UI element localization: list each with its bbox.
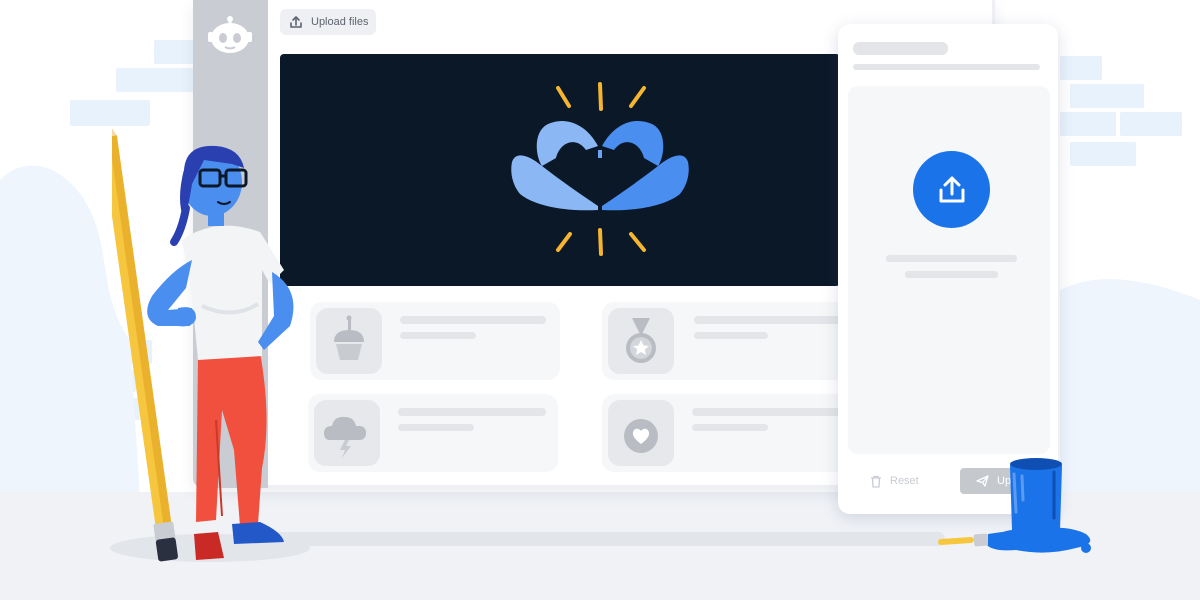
heart-icon bbox=[624, 419, 658, 453]
placeholder-line bbox=[694, 332, 768, 339]
heart-hands-icon bbox=[511, 82, 689, 256]
reset-label: Reset bbox=[890, 475, 919, 487]
upload-files-label: Upload files bbox=[311, 16, 369, 28]
upload-icon bbox=[290, 16, 302, 28]
upload-files-button[interactable]: Upload files bbox=[280, 9, 376, 35]
character-illustration bbox=[112, 120, 294, 562]
placeholder-line bbox=[694, 316, 844, 324]
placeholder-line bbox=[400, 316, 546, 324]
placeholder-line bbox=[692, 424, 768, 431]
trash-icon bbox=[871, 475, 881, 488]
upload-icon bbox=[939, 176, 964, 202]
paint-can-illustration bbox=[938, 458, 1091, 553]
robot-logo-icon[interactable] bbox=[206, 14, 254, 62]
upload-dropzone-button[interactable] bbox=[913, 151, 990, 228]
card-medal[interactable] bbox=[602, 302, 847, 380]
card-icon-tile bbox=[314, 400, 380, 466]
storm-cloud-icon bbox=[324, 416, 366, 458]
cupcake-icon bbox=[334, 315, 364, 360]
dropzone-text-placeholder bbox=[905, 271, 998, 278]
placeholder-line bbox=[692, 408, 842, 416]
card-cupcake[interactable] bbox=[310, 302, 560, 380]
card-heart[interactable] bbox=[602, 394, 847, 472]
placeholder-line bbox=[398, 424, 474, 431]
dropzone-text-placeholder bbox=[886, 255, 1017, 262]
reset-button[interactable]: Reset bbox=[866, 469, 930, 493]
medal-icon bbox=[626, 318, 656, 363]
card-icon-tile bbox=[316, 308, 382, 374]
placeholder-line bbox=[398, 408, 546, 416]
placeholder-line bbox=[400, 332, 476, 339]
card-storm[interactable] bbox=[308, 394, 558, 472]
panel-title-placeholder bbox=[853, 42, 948, 55]
card-icon-tile bbox=[608, 400, 674, 466]
card-icon-tile bbox=[608, 308, 674, 374]
panel-subtitle-placeholder bbox=[853, 64, 1040, 70]
dropzone[interactable] bbox=[848, 86, 1050, 454]
media-preview[interactable] bbox=[280, 54, 840, 286]
